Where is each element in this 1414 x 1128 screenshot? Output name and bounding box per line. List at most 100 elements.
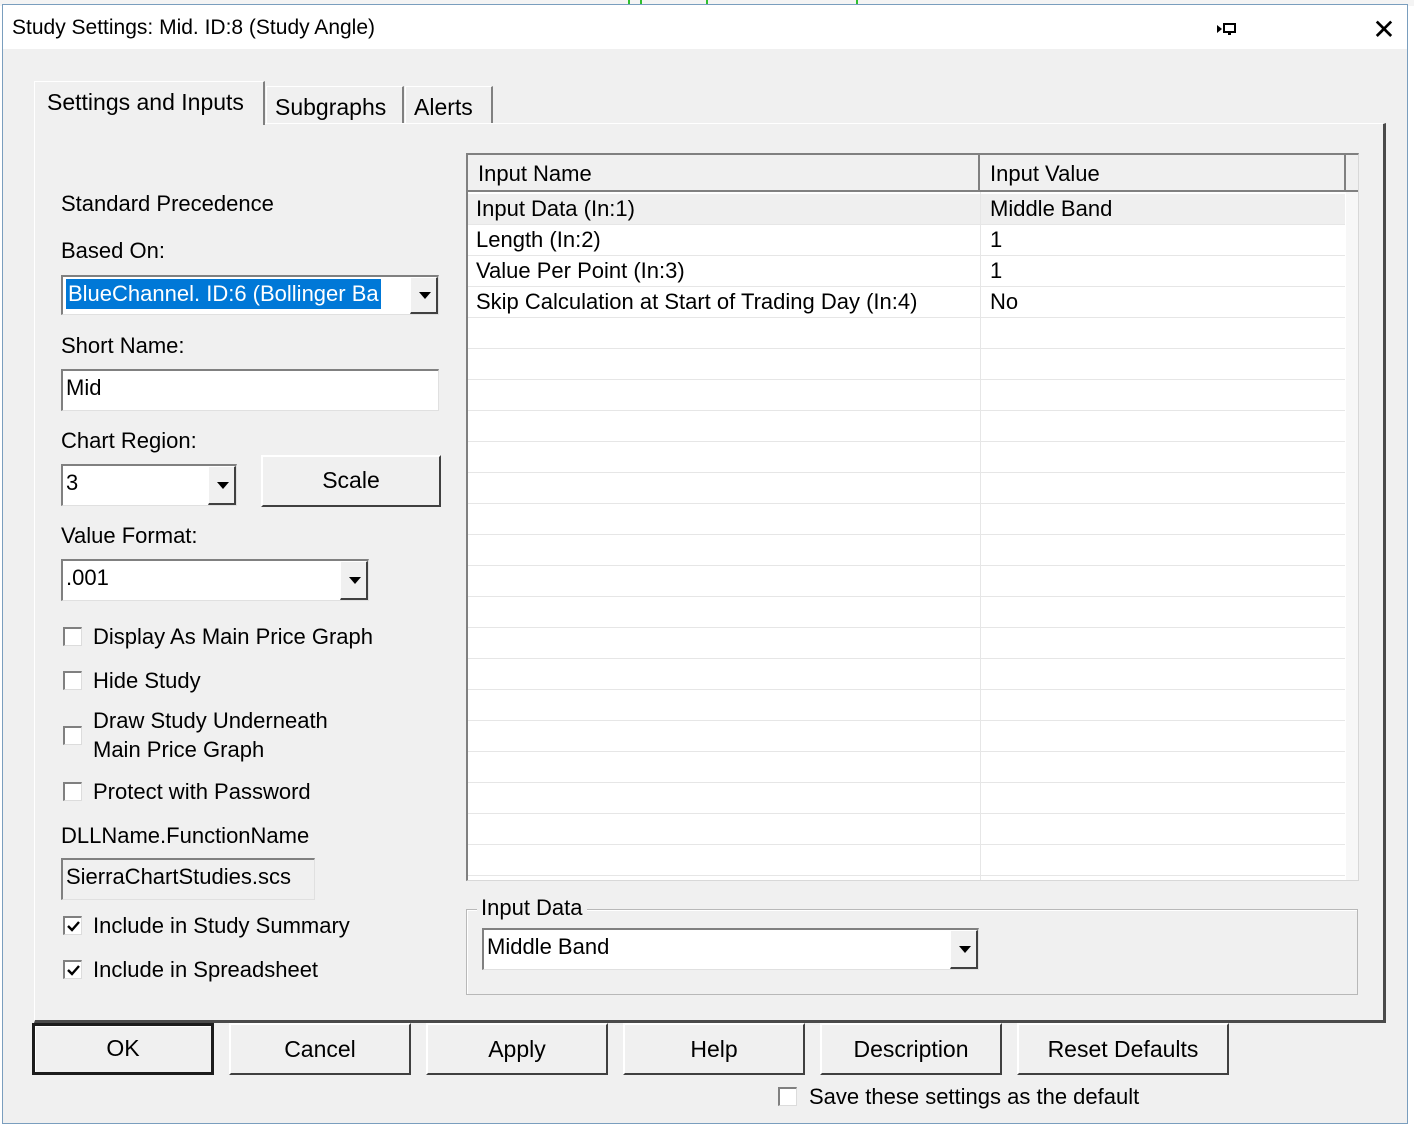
empty-row: [468, 845, 1345, 876]
cancel-button[interactable]: Cancel: [229, 1023, 411, 1075]
empty-row: [468, 442, 1345, 473]
table-row[interactable]: Input Data (In:1) Middle Band: [468, 194, 1345, 225]
empty-row: [468, 473, 1345, 504]
empty-row: [468, 504, 1345, 535]
empty-row: [468, 783, 1345, 814]
protect-with-password-label: Protect with Password: [93, 779, 311, 804]
help-button-label: Help: [690, 1036, 738, 1062]
save-as-default-checkbox[interactable]: [778, 1087, 797, 1106]
tab-label: Subgraphs: [275, 94, 387, 120]
window-title: Study Settings: Mid. ID:8 (Study Angle): [12, 16, 376, 39]
tab-label: Settings and Inputs: [47, 89, 244, 115]
dll-function-field[interactable]: SierraChartStudies.scs: [61, 858, 315, 900]
save-as-default-label: Save these settings as the default: [809, 1084, 1140, 1109]
based-on-label: Based On:: [61, 238, 165, 263]
column-header-input-name[interactable]: Input Name: [468, 155, 980, 192]
input-value-cell: Middle Band: [990, 196, 1113, 221]
empty-row: [468, 597, 1345, 628]
ok-button-label: OK: [106, 1035, 140, 1061]
input-name-cell: Skip Calculation at Start of Trading Day…: [476, 289, 918, 314]
scale-button[interactable]: Scale: [261, 455, 441, 507]
empty-row: [468, 628, 1345, 659]
value-format-label: Value Format:: [61, 523, 198, 548]
description-button-label: Description: [853, 1036, 969, 1062]
input-value-cell: 1: [990, 258, 1003, 283]
column-header-label: Input Value: [990, 161, 1100, 186]
input-name-cell: Length (In:2): [476, 227, 601, 252]
column-header-label: Input Name: [478, 161, 592, 186]
protect-with-password-checkbox[interactable]: [63, 782, 82, 801]
hide-study-checkbox[interactable]: [63, 671, 82, 690]
grid-header-corner: [1346, 155, 1358, 192]
short-name-input[interactable]: Mid: [61, 369, 439, 411]
include-in-study-summary-checkbox[interactable]: [63, 916, 82, 935]
inputs-grid[interactable]: Input Name Input Value Input Data (In:1)…: [466, 153, 1359, 881]
empty-row: [468, 411, 1345, 442]
value-format-value: .001: [66, 565, 109, 590]
empty-row: [468, 380, 1345, 411]
chart-region-label: Chart Region:: [61, 428, 197, 453]
display-as-main-price-graph-label: Display As Main Price Graph: [93, 624, 373, 649]
pin-window-icon[interactable]: [1215, 21, 1239, 37]
study-settings-dialog: Study Settings: Mid. ID:8 (Study Angle) …: [2, 4, 1408, 1124]
standard-precedence-label: Standard Precedence: [61, 191, 274, 216]
reset-defaults-button[interactable]: Reset Defaults: [1017, 1023, 1229, 1075]
help-button[interactable]: Help: [623, 1023, 805, 1075]
chevron-down-icon[interactable]: [340, 561, 368, 600]
chevron-down-icon[interactable]: [410, 277, 438, 314]
scale-button-label: Scale: [322, 467, 380, 493]
draw-study-underneath-label-line1: Draw Study Underneath: [93, 708, 328, 733]
short-name-label: Short Name:: [61, 333, 185, 358]
grid-column-divider: [980, 192, 981, 880]
column-header-input-value[interactable]: Input Value: [980, 155, 1346, 192]
include-in-spreadsheet-label: Include in Spreadsheet: [93, 957, 319, 982]
table-row[interactable]: Length (In:2) 1: [468, 225, 1345, 256]
chevron-down-icon[interactable]: [208, 466, 236, 505]
grid-scroll-track[interactable]: [1346, 192, 1358, 880]
apply-button[interactable]: Apply: [426, 1023, 608, 1075]
empty-row: [468, 690, 1345, 721]
draw-study-underneath-checkbox[interactable]: [63, 726, 82, 745]
tab-label: Alerts: [414, 94, 473, 120]
table-row[interactable]: Skip Calculation at Start of Trading Day…: [468, 287, 1345, 318]
value-format-combo[interactable]: .001: [61, 559, 369, 601]
ok-button[interactable]: OK: [32, 1023, 214, 1075]
reset-defaults-button-label: Reset Defaults: [1047, 1036, 1199, 1062]
cancel-button-label: Cancel: [284, 1036, 356, 1062]
tab-settings-and-inputs[interactable]: Settings and Inputs: [34, 81, 265, 125]
empty-row: [468, 721, 1345, 752]
empty-row: [468, 659, 1345, 690]
empty-row: [468, 752, 1345, 783]
apply-button-label: Apply: [488, 1036, 546, 1062]
table-row[interactable]: Value Per Point (In:3) 1: [468, 256, 1345, 287]
description-button[interactable]: Description: [820, 1023, 1002, 1075]
include-in-study-summary-label: Include in Study Summary: [93, 913, 350, 938]
chevron-down-icon[interactable]: [950, 930, 978, 969]
empty-row: [468, 566, 1345, 597]
dll-function-value: SierraChartStudies.scs: [66, 864, 291, 889]
based-on-value: BlueChannel. ID:6 (Bollinger Ba: [66, 279, 381, 309]
input-value-cell: No: [990, 289, 1019, 314]
include-in-spreadsheet-checkbox[interactable]: [63, 960, 82, 979]
based-on-combo[interactable]: BlueChannel. ID:6 (Bollinger Ba: [61, 275, 439, 315]
input-name-cell: Input Data (In:1): [476, 196, 635, 221]
title-bar[interactable]: Study Settings: Mid. ID:8 (Study Angle) …: [3, 5, 1407, 49]
empty-row: [468, 814, 1345, 845]
empty-row: [468, 535, 1345, 566]
chart-region-combo[interactable]: 3: [61, 464, 237, 506]
empty-row: [468, 318, 1345, 349]
display-as-main-price-graph-checkbox[interactable]: [63, 627, 82, 646]
empty-row: [468, 349, 1345, 380]
input-value-cell: 1: [990, 227, 1003, 252]
input-data-combo[interactable]: Middle Band: [482, 928, 979, 970]
tab-alerts[interactable]: Alerts: [405, 86, 493, 124]
close-icon[interactable]: ✕: [1367, 13, 1401, 47]
dll-function-label: DLLName.FunctionName: [61, 823, 310, 848]
chart-region-value: 3: [66, 470, 79, 495]
hide-study-label: Hide Study: [93, 668, 201, 693]
input-name-cell: Value Per Point (In:3): [476, 258, 685, 283]
tab-subgraphs[interactable]: Subgraphs: [266, 86, 404, 124]
input-data-value: Middle Band: [487, 934, 610, 959]
draw-study-underneath-label-line2: Main Price Graph: [93, 737, 265, 762]
short-name-value: Mid: [66, 375, 102, 400]
